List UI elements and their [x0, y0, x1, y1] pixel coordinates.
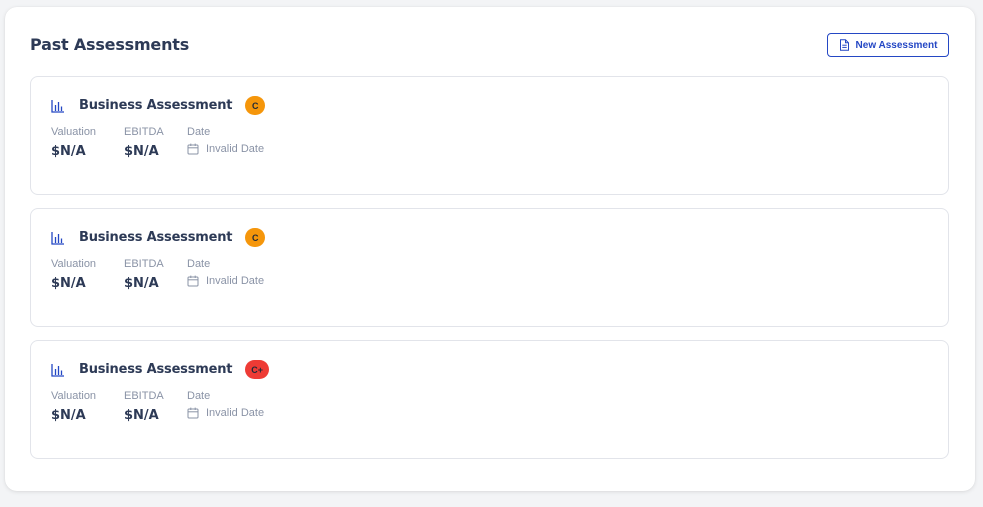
valuation-metric: Valuation $N/A: [51, 389, 124, 424]
card-title: Business Assessment: [79, 98, 233, 113]
card-header: Business Assessment C+: [51, 360, 270, 379]
date-row: Invalid Date: [187, 407, 264, 419]
card-title: Business Assessment: [79, 230, 233, 245]
ebitda-metric: EBITDA $N/A: [124, 257, 187, 292]
ebitda-value: $N/A: [124, 408, 159, 423]
date-value: Invalid Date: [206, 275, 265, 287]
past-assessments-panel: Past Assessments New Assessment Business…: [5, 7, 975, 491]
metrics-row: Valuation $N/A EBITDA $N/A Date Invalid …: [51, 125, 264, 160]
bar-chart-icon: [51, 231, 64, 245]
card-title: Business Assessment: [79, 362, 233, 377]
date-label: Date: [187, 390, 211, 402]
card-header: Business Assessment C: [51, 96, 266, 115]
ebitda-label: EBITDA: [124, 258, 164, 270]
document-icon: [839, 39, 849, 51]
grade-badge: C+: [245, 360, 270, 379]
bar-chart-icon: [51, 363, 64, 377]
calendar-icon: [187, 143, 199, 155]
metrics-row: Valuation $N/A EBITDA $N/A Date Invalid …: [51, 257, 264, 292]
calendar-icon: [187, 275, 199, 287]
metrics-row: Valuation $N/A EBITDA $N/A Date Invalid …: [51, 389, 264, 424]
date-value: Invalid Date: [206, 407, 265, 419]
valuation-value: $N/A: [51, 144, 86, 159]
date-metric: Date Invalid Date: [187, 125, 264, 160]
new-assessment-label: New Assessment: [855, 39, 938, 51]
grade-badge: C: [245, 228, 266, 247]
date-row: Invalid Date: [187, 275, 264, 287]
assessment-card[interactable]: Business Assessment C+ Valuation $N/A EB…: [30, 340, 949, 459]
ebitda-value: $N/A: [124, 144, 159, 159]
valuation-label: Valuation: [51, 390, 97, 402]
valuation-value: $N/A: [51, 408, 86, 423]
ebitda-metric: EBITDA $N/A: [124, 389, 187, 424]
assessment-card[interactable]: Business Assessment C Valuation $N/A EBI…: [30, 208, 949, 327]
date-label: Date: [187, 126, 211, 138]
date-metric: Date Invalid Date: [187, 389, 264, 424]
valuation-metric: Valuation $N/A: [51, 257, 124, 292]
ebitda-label: EBITDA: [124, 126, 164, 138]
date-value: Invalid Date: [206, 143, 265, 155]
valuation-metric: Valuation $N/A: [51, 125, 124, 160]
grade-badge: C: [245, 96, 266, 115]
date-row: Invalid Date: [187, 143, 264, 155]
valuation-label: Valuation: [51, 258, 97, 270]
date-metric: Date Invalid Date: [187, 257, 264, 292]
card-header: Business Assessment C: [51, 228, 266, 247]
calendar-icon: [187, 407, 199, 419]
valuation-label: Valuation: [51, 126, 97, 138]
page-title: Past Assessments: [30, 35, 190, 54]
new-assessment-button[interactable]: New Assessment: [827, 33, 949, 57]
valuation-value: $N/A: [51, 276, 86, 291]
ebitda-label: EBITDA: [124, 390, 164, 402]
bar-chart-icon: [51, 99, 64, 113]
date-label: Date: [187, 258, 211, 270]
ebitda-metric: EBITDA $N/A: [124, 125, 187, 160]
assessment-card[interactable]: Business Assessment C Valuation $N/A EBI…: [30, 76, 949, 195]
ebitda-value: $N/A: [124, 276, 159, 291]
